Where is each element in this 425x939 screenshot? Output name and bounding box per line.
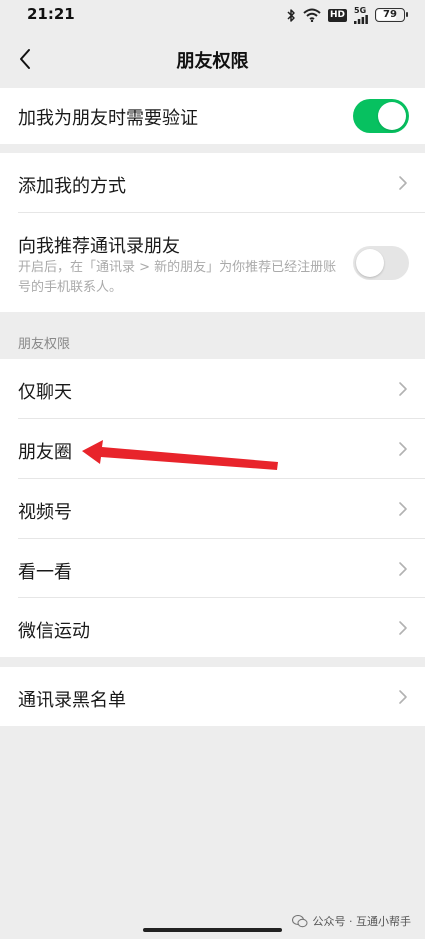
chevron-right-icon [399,382,407,396]
chevron-right-icon [399,690,407,704]
hd-badge: HD [327,8,347,22]
toggle-knob [356,249,384,277]
verify-label: 加我为朋友时需要验证 [18,108,198,129]
toggle-knob [378,102,406,130]
battery-icon: 79 [375,8,408,22]
permission-item-label: 看一看 [18,562,72,583]
signal-icon [354,14,368,24]
blacklist-row[interactable]: 通讯录黑名单 [0,667,425,726]
status-icons: HD 5G 79 [286,5,408,24]
status-bar: 21:21 HD 5G 79 [0,0,425,30]
permission-item-label: 视频号 [18,502,72,523]
battery-level: 79 [383,9,397,20]
permission-item-label: 微信运动 [18,621,90,642]
chevron-right-icon [399,502,407,516]
signal-label: 5G [354,5,367,15]
screen: 21:21 HD 5G 79 朋友权限 加我为朋友时需要验证 添加我的方式 向我… [0,0,425,939]
permission-item-label: 仅聊天 [18,382,72,403]
chevron-right-icon [399,562,407,576]
section-header: 朋友权限 [18,337,71,352]
status-time: 21:21 [27,5,75,23]
wechat-icon [291,914,308,927]
page-title: 朋友权限 [176,51,249,72]
battery-cap [406,12,408,17]
chevron-right-icon [399,176,407,190]
verify-row: 加我为朋友时需要验证 [0,88,425,144]
permission-item-werun[interactable]: 微信运动 [0,598,425,657]
chevron-right-icon [399,442,407,456]
signal-indicator: 5G [354,5,368,24]
blacklist-group: 通讯录黑名单 [0,667,425,726]
verify-group: 加我为朋友时需要验证 [0,88,425,144]
chevron-right-icon [399,621,407,635]
verify-toggle[interactable] [353,99,409,133]
wifi-icon [303,8,321,22]
permission-item-top-stories[interactable]: 看一看 [0,539,425,598]
permission-item-label: 朋友圈 [18,442,72,463]
blacklist-label: 通讯录黑名单 [18,690,126,711]
watermark: 公众号 · 互通小帮手 [291,913,412,929]
permissions-group: 仅聊天 朋友圈 视频号 看一看 微信运动 [0,359,425,657]
recommend-toggle[interactable] [353,246,409,280]
permission-item-moments[interactable]: 朋友圈 [0,419,425,479]
add-me-label: 添加我的方式 [18,176,126,197]
bluetooth-icon [287,8,295,22]
watermark-text: 公众号 · 互通小帮手 [312,915,412,928]
nav-bar: 朋友权限 [0,30,425,88]
add-me-row[interactable]: 添加我的方式 [0,153,425,213]
recommend-row: 向我推荐通讯录朋友 开启后，在「通讯录 > 新的朋友」为你推荐已经注册账号的手机… [0,213,425,312]
permission-item-channels[interactable]: 视频号 [0,479,425,539]
recommend-label: 向我推荐通讯录朋友 [18,236,180,257]
recommend-description: 开启后，在「通讯录 > 新的朋友」为你推荐已经注册账号的手机联系人。 [18,260,337,295]
permission-item-chat-only[interactable]: 仅聊天 [0,359,425,419]
contact-group: 添加我的方式 向我推荐通讯录朋友 开启后，在「通讯录 > 新的朋友」为你推荐已经… [0,153,425,312]
home-indicator[interactable] [143,928,282,932]
